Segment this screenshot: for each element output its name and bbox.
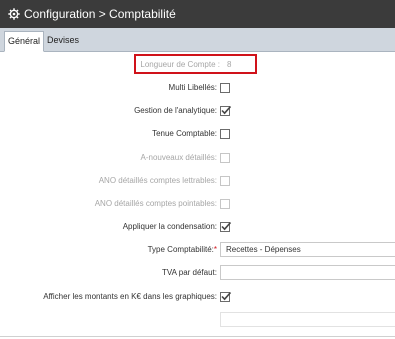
window-title: Configuration > Comptabilité <box>24 7 176 21</box>
montants-checkbox[interactable] <box>220 291 232 302</box>
title-bar: Configuration > Comptabilité <box>0 0 395 28</box>
tva-input[interactable] <box>220 265 395 280</box>
montants-label: Afficher les montants en K€ dans les gra… <box>43 292 217 301</box>
extra-field[interactable] <box>220 312 395 327</box>
divider <box>0 336 395 337</box>
gestion-analytique-label: Gestion de l'analytique: <box>134 106 217 115</box>
ano-lettrables-label: ANO détaillés comptes lettrables: <box>98 176 217 185</box>
type-comptabilite-select[interactable]: Recettes - Dépenses <box>220 242 395 257</box>
a-nouveaux-label: A-nouveaux détaillés: <box>140 153 218 162</box>
condensation-checkbox[interactable] <box>220 221 232 232</box>
ano-lettrables-checkbox <box>220 176 230 186</box>
gestion-analytique-checkbox[interactable] <box>220 105 232 116</box>
type-comptabilite-label: Type Comptabilité:* <box>148 244 217 255</box>
a-nouveaux-checkbox <box>220 153 230 163</box>
multi-libelles-checkbox[interactable] <box>220 83 230 93</box>
ano-pointables-label: ANO détaillés comptes pointables: <box>94 199 217 208</box>
configuration-window: Configuration > Comptabilité Général Dev… <box>0 0 395 339</box>
type-comptabilite-text: Type Comptabilité: <box>147 245 214 254</box>
highlight-box <box>134 54 257 74</box>
multi-libelles-label: Multi Libellés: <box>168 83 217 92</box>
ano-pointables-checkbox <box>220 199 230 209</box>
tab-bar: Général Devises <box>0 28 395 52</box>
tab-general[interactable]: Général <box>4 31 44 52</box>
tenue-comptable-label: Tenue Comptable: <box>152 129 217 138</box>
gear-icon <box>8 8 20 20</box>
tab-devises[interactable]: Devises <box>46 31 80 51</box>
check-icon <box>221 291 232 301</box>
required-marker: * <box>213 245 217 254</box>
condensation-label: Appliquer la condensation: <box>122 222 217 231</box>
check-icon <box>221 105 232 115</box>
tva-label: TVA par défaut: <box>162 268 217 277</box>
check-icon <box>221 221 232 231</box>
tenue-comptable-checkbox[interactable] <box>220 129 230 139</box>
